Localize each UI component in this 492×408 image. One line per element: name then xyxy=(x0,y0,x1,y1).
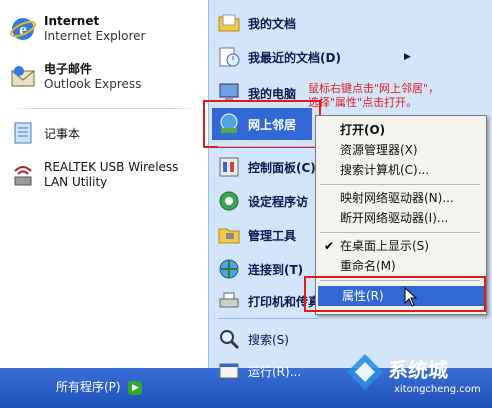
recent-label: 记事本 xyxy=(44,126,81,141)
watermark-url: xitongcheng.com xyxy=(394,384,481,395)
right-item-label: 运行(R)... xyxy=(248,364,302,379)
internet-explorer-icon: e xyxy=(8,14,38,44)
right-item-program-access[interactable]: 设定程序访 xyxy=(216,188,308,214)
context-rename[interactable]: 重命名(M) xyxy=(316,256,486,276)
connect-to-icon xyxy=(216,256,242,282)
right-item-label: 连接到(T) xyxy=(248,262,304,277)
pinned-title: 电子邮件 xyxy=(44,62,93,76)
left-divider xyxy=(8,108,200,109)
pinned-subtitle: Outlook Express xyxy=(44,77,142,91)
annotation-box-network xyxy=(203,100,321,148)
pinned-email[interactable]: 电子邮件 Outlook Express xyxy=(8,62,141,92)
right-item-my-documents[interactable]: 我的文档 xyxy=(216,10,296,36)
context-show-on-desktop[interactable]: 在桌面上显示(S) xyxy=(316,236,486,256)
outlook-express-icon xyxy=(8,62,38,92)
all-programs-button[interactable]: 所有程序(P) ▶ xyxy=(56,378,143,395)
right-item-label: 搜索(S) xyxy=(248,332,289,347)
recent-notepad[interactable]: 记事本 xyxy=(8,118,80,148)
search-icon xyxy=(216,326,242,352)
recent-wireless-utility[interactable]: REALTEK USB Wireless LAN Utility xyxy=(8,160,204,190)
right-item-recent-documents[interactable]: 我最近的文档(D) xyxy=(216,44,341,70)
context-search-computer[interactable]: 搜索计算机(C)... xyxy=(316,160,486,180)
arrow-right-icon: ▶ xyxy=(128,380,143,395)
right-item-control-panel[interactable]: 控制面板(C) xyxy=(216,154,316,180)
annotation-line: 选择"属性"点击打开。 xyxy=(308,96,418,109)
admin-tools-icon xyxy=(216,222,242,248)
watermark-brand: 系统城 xyxy=(388,358,448,382)
pinned-title: Internet xyxy=(44,14,100,28)
right-item-run[interactable]: 运行(R)... xyxy=(216,358,301,384)
wireless-utility-icon xyxy=(8,160,38,190)
context-open[interactable]: 打开(O) xyxy=(316,120,486,140)
context-separator xyxy=(320,184,480,185)
right-item-search[interactable]: 搜索(S) xyxy=(216,326,289,352)
right-divider xyxy=(218,146,318,147)
context-explorer[interactable]: 资源管理器(X) xyxy=(316,140,486,160)
right-item-label: 设定程序访 xyxy=(248,194,309,209)
recent-label: REALTEK USB Wireless LAN Utility xyxy=(44,160,179,189)
right-item-label: 控制面板(C) xyxy=(248,160,316,175)
right-divider xyxy=(218,318,318,319)
context-separator xyxy=(320,232,480,233)
annotation-line: 鼠标右键点击"网上邻居"， xyxy=(308,82,440,95)
printers-faxes-icon xyxy=(216,288,242,314)
watermark-logo-icon xyxy=(345,352,385,395)
right-item-label: 我最近的文档(D) xyxy=(248,50,341,65)
submenu-arrow-icon: ▶ xyxy=(404,52,411,62)
context-disconnect-drive[interactable]: 断开网络驱动器(I)... xyxy=(316,208,486,228)
right-item-label: 我的电脑 xyxy=(248,86,297,101)
right-item-connect-to[interactable]: 连接到(T) xyxy=(216,256,303,282)
program-access-icon xyxy=(216,188,242,214)
notepad-icon xyxy=(8,118,38,148)
control-panel-icon xyxy=(216,154,242,180)
annotation-box-properties xyxy=(304,276,486,312)
my-documents-icon xyxy=(216,10,242,36)
pinned-subtitle: Internet Explorer xyxy=(44,29,146,43)
context-map-drive[interactable]: 映射网络驱动器(N)... xyxy=(316,188,486,208)
right-item-label: 我的文档 xyxy=(248,16,297,31)
right-item-admin-tools[interactable]: 管理工具 xyxy=(216,222,296,248)
run-icon xyxy=(216,358,242,384)
recent-documents-icon xyxy=(216,44,242,70)
pinned-internet-explorer[interactable]: e Internet Internet Explorer xyxy=(8,14,145,44)
all-programs-label: 所有程序(P) xyxy=(56,380,121,394)
right-item-label: 管理工具 xyxy=(248,228,297,243)
annotation-text: 鼠标右键点击"网上邻居"， 选择"属性"点击打开。 xyxy=(308,82,488,110)
